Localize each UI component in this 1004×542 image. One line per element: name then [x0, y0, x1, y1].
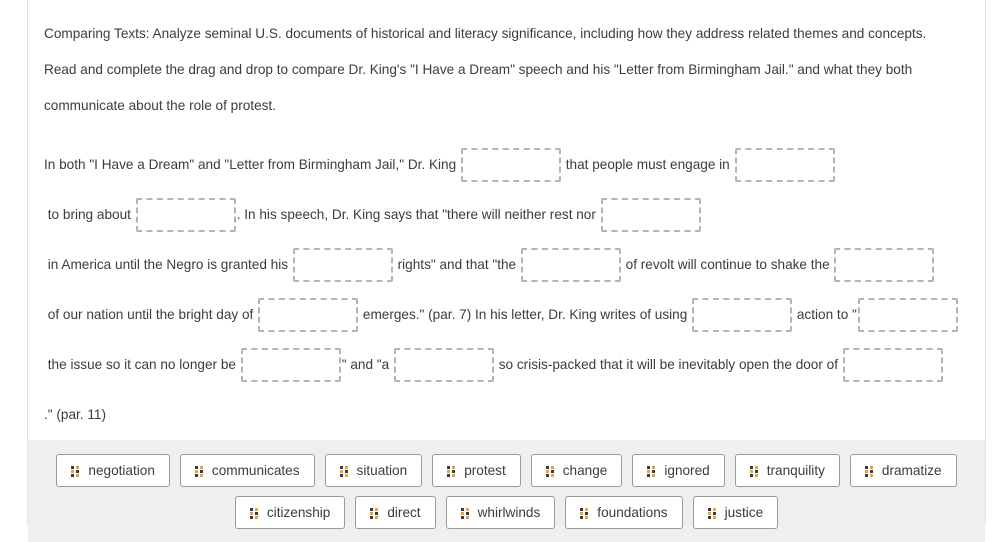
instruction-line: Read and complete the drag and drop to c… — [44, 62, 913, 77]
word-bank-chip-label: change — [562, 463, 608, 478]
instruction-line: communicate about the role of protest. — [44, 98, 276, 113]
word-bank-chip-label: justice — [724, 505, 764, 520]
blank-11[interactable] — [240, 348, 341, 383]
instructions-block: Comparing Texts: Analyze seminal U.S. do… — [28, 0, 985, 124]
prompt-text: of our nation until the bright day of — [44, 307, 258, 322]
blank-2[interactable] — [734, 148, 835, 183]
prompt-text: In both "I Have a Dream" and "Letter fro… — [44, 157, 460, 172]
word-bank-chip[interactable]: situation — [324, 454, 423, 487]
prompt-text: so crisis-packed that it will be inevita… — [494, 357, 842, 372]
word-bank-chip[interactable]: negotiation — [56, 454, 170, 487]
drag-handle-icon[interactable] — [339, 465, 348, 477]
drag-handle-icon[interactable] — [460, 507, 469, 519]
instruction-line: Comparing Texts: Analyze seminal U.S. do… — [44, 26, 927, 41]
drag-handle-icon[interactable] — [580, 507, 589, 519]
word-bank-chip[interactable]: direct — [355, 496, 436, 529]
word-bank-chip[interactable]: communicates — [179, 454, 315, 487]
blank-4[interactable] — [600, 198, 701, 233]
blank-6[interactable] — [520, 248, 621, 283]
prompt-text: the issue so it can no longer be — [44, 357, 240, 372]
drag-handle-icon[interactable] — [370, 507, 379, 519]
prompt-text: in America until the Negro is granted hi… — [44, 257, 292, 272]
word-bank: negotiation communicates situation protest c… — [28, 440, 985, 542]
word-bank-chip-label: citizenship — [266, 505, 331, 520]
prompt-text: that people must engage in — [561, 157, 734, 172]
word-bank-chip[interactable]: tranquility — [734, 454, 840, 487]
word-bank-row-1: negotiation communicates situation protest c… — [40, 454, 973, 487]
word-bank-chip[interactable]: protest — [432, 454, 521, 487]
word-bank-chip[interactable]: whirlwinds — [445, 496, 556, 529]
drag-and-drop-exercise-card: Comparing Texts: Analyze seminal U.S. do… — [27, 0, 986, 542]
prompt-text: of revolt will continue to shake the — [621, 257, 834, 272]
blank-3[interactable] — [135, 198, 236, 233]
prompt-text: action to " — [793, 307, 857, 322]
word-bank-chip-label: negotiation — [88, 463, 155, 478]
blank-13[interactable] — [842, 348, 943, 383]
word-bank-chip[interactable]: citizenship — [234, 496, 346, 529]
blank-5[interactable] — [292, 248, 393, 283]
word-bank-chip-label: foundations — [597, 505, 668, 520]
word-bank-chip-label: direct — [387, 505, 421, 520]
prompt-body: In both "I Have a Dream" and "Letter fro… — [28, 124, 985, 440]
prompt-text: emerges." (par. 7) In his letter, Dr. Ki… — [359, 307, 692, 322]
word-bank-chip[interactable]: dramatize — [849, 454, 957, 487]
word-bank-chip[interactable]: ignored — [632, 454, 725, 487]
prompt-text: " and "a — [341, 357, 393, 372]
word-bank-chip[interactable]: foundations — [565, 496, 683, 529]
drag-handle-icon[interactable] — [249, 507, 258, 519]
blank-10[interactable] — [857, 298, 958, 333]
word-bank-chip-label: tranquility — [766, 463, 825, 478]
prompt-text: to bring about — [44, 207, 135, 222]
blank-9[interactable] — [692, 298, 793, 333]
fill-in-the-blank-paragraph: In both "I Have a Dream" and "Letter fro… — [44, 140, 969, 440]
drag-handle-icon[interactable] — [447, 465, 456, 477]
drag-handle-icon[interactable] — [545, 465, 554, 477]
word-bank-chip[interactable]: justice — [692, 496, 779, 529]
word-bank-chip-label: communicates — [211, 463, 300, 478]
blank-12[interactable] — [393, 348, 494, 383]
prompt-text: rights" and that "the — [393, 257, 520, 272]
prompt-text: . In his speech, Dr. King says that "the… — [236, 207, 600, 222]
drag-handle-icon[interactable] — [194, 465, 203, 477]
word-bank-chip-label: situation — [356, 463, 408, 478]
word-bank-chip-label: whirlwinds — [477, 505, 541, 520]
blank-8[interactable] — [258, 298, 359, 333]
prompt-text: ." (par. 11) — [44, 407, 106, 422]
drag-handle-icon[interactable] — [647, 465, 656, 477]
blank-1[interactable] — [460, 148, 561, 183]
drag-handle-icon[interactable] — [749, 465, 758, 477]
word-bank-chip-label: ignored — [664, 463, 710, 478]
word-bank-chip-label: dramatize — [881, 463, 942, 478]
drag-handle-icon[interactable] — [71, 465, 80, 477]
drag-handle-icon[interactable] — [707, 507, 716, 519]
word-bank-chip[interactable]: change — [530, 454, 623, 487]
word-bank-chip-label: protest — [464, 463, 506, 478]
drag-handle-icon[interactable] — [864, 465, 873, 477]
blank-7[interactable] — [834, 248, 935, 283]
word-bank-row-2: citizenship direct whirlwinds foundations ju… — [40, 496, 973, 529]
